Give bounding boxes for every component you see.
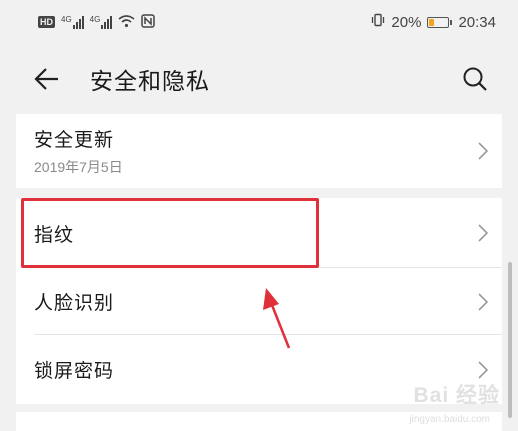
security-update-card: 安全更新 2019年7月5日	[16, 114, 502, 188]
security-update-date: 2019年7月5日	[34, 159, 123, 175]
chevron-right-icon	[476, 360, 490, 380]
face-recognition-label: 人脸识别	[34, 292, 115, 314]
security-update-row[interactable]: 安全更新 2019年7月5日	[16, 114, 502, 188]
annotation-arrow-icon	[263, 288, 291, 349]
status-left: HD 4G 4G	[38, 13, 156, 31]
page-title: 安全和隐私	[90, 69, 210, 95]
security-update-text: 安全更新 2019年7月5日	[34, 125, 123, 177]
watermark-url: jingyan.baidu.com	[409, 414, 490, 425]
battery-icon	[427, 16, 453, 28]
lock-screen-password-label: 锁屏密码	[34, 360, 115, 382]
arrow-left-icon	[34, 68, 58, 90]
app-header: 安全和隐私	[0, 44, 518, 114]
search-button[interactable]	[458, 62, 492, 96]
scrollbar[interactable]	[508, 262, 512, 418]
vibrate-icon	[371, 13, 385, 31]
hd-icon: HD	[38, 16, 55, 28]
chevron-right-icon	[476, 141, 490, 161]
back-button[interactable]	[34, 62, 68, 96]
wifi-icon	[118, 14, 135, 31]
signal-2-icon: 4G	[89, 14, 113, 29]
annotation-highlight-box	[21, 198, 319, 268]
status-bar: HD 4G 4G 20% 20:34	[0, 0, 518, 44]
chevron-right-icon	[476, 223, 490, 243]
security-update-label: 安全更新	[34, 129, 115, 151]
nfc-icon	[141, 13, 156, 31]
chevron-right-icon	[476, 292, 490, 312]
battery-percent: 20%	[391, 13, 422, 31]
clock: 20:34	[458, 13, 496, 31]
signal-1-icon: 4G	[61, 14, 84, 29]
status-right: 20% 20:34	[371, 13, 496, 31]
network-1-label: 4G	[61, 14, 72, 24]
search-icon	[463, 67, 487, 91]
network-2-label: 4G	[89, 14, 101, 24]
watermark-logo: Bai 经验	[413, 384, 500, 407]
